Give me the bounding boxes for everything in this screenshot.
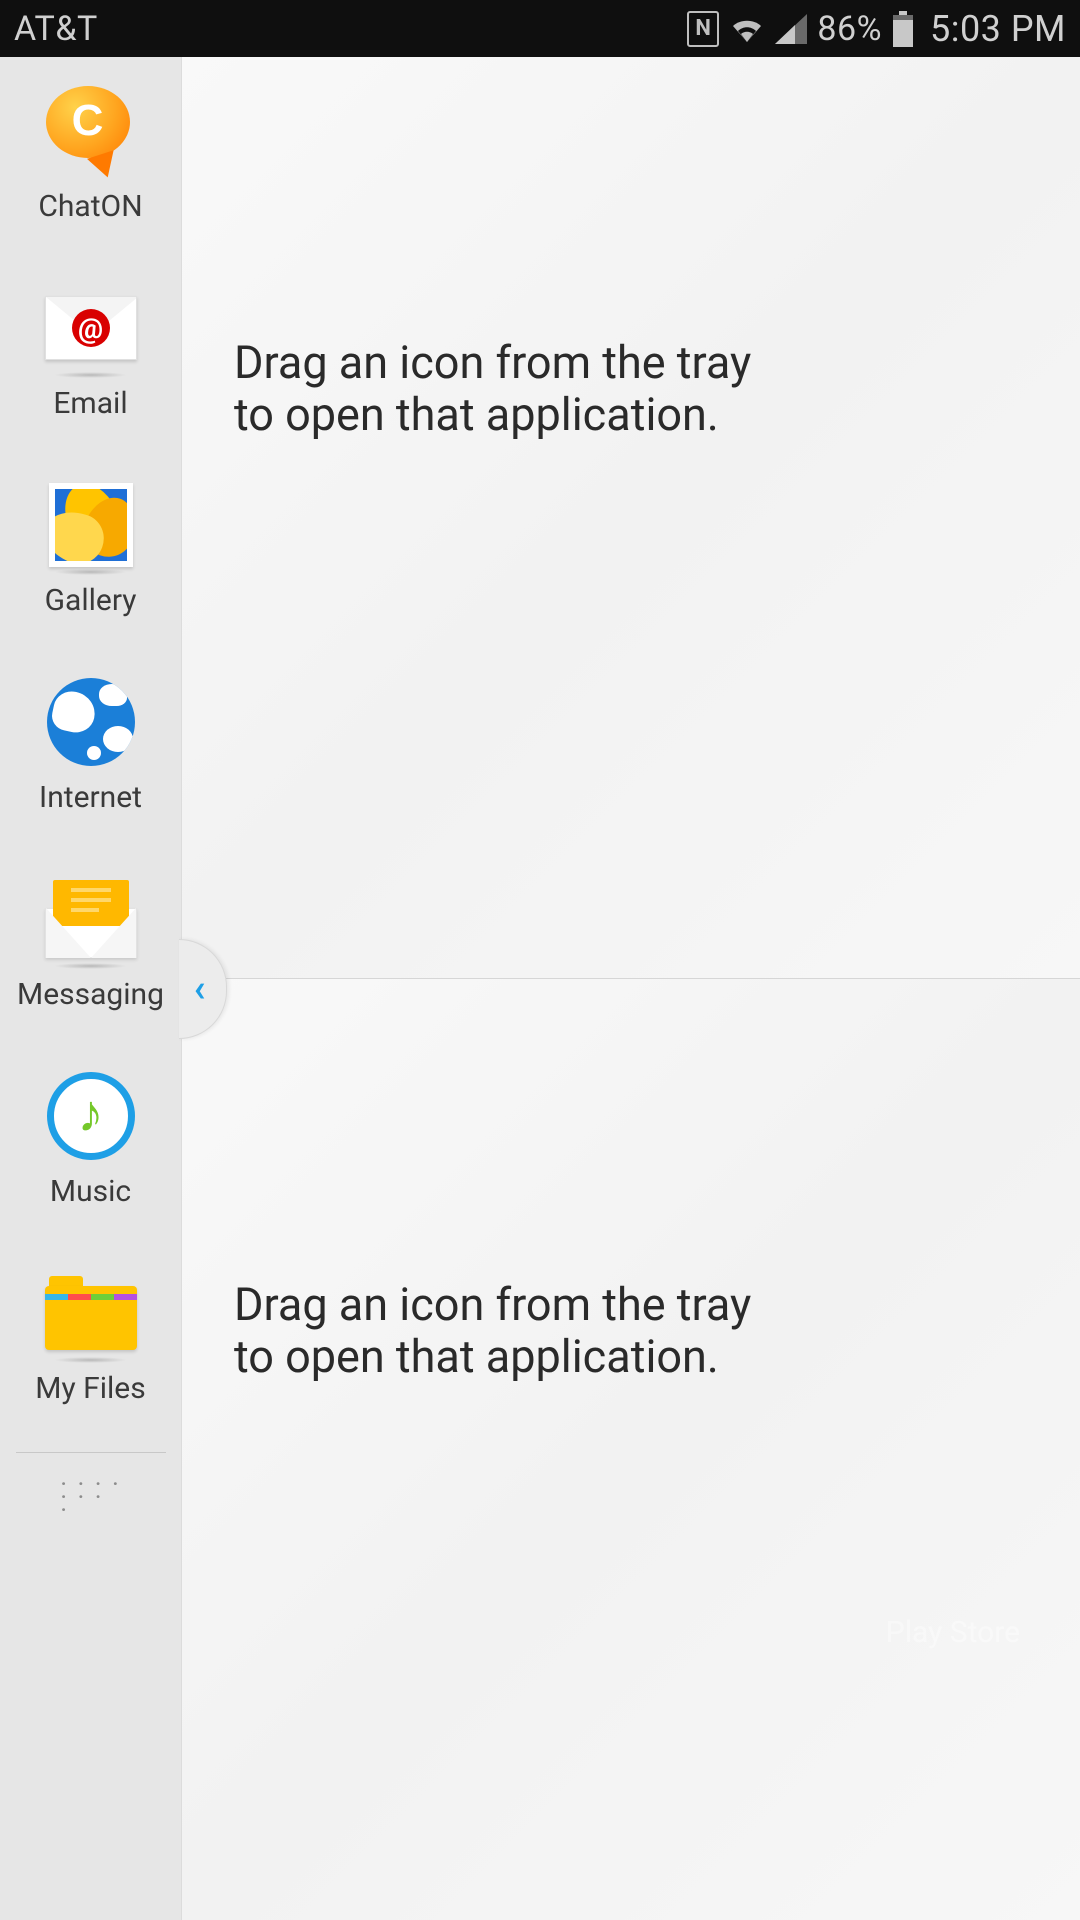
grip-dots-icon: · · · ·· · ··	[60, 1479, 121, 1518]
app-tray[interactable]: C ChatON @ Email Gallery Internet Messag…	[0, 57, 182, 1920]
tray-item-internet[interactable]: Internet	[0, 676, 181, 815]
carrier-label: AT&T	[14, 9, 687, 49]
tray-item-email[interactable]: @ Email	[0, 282, 181, 421]
tray-item-label: ChatON	[38, 189, 142, 224]
tray-item-gallery[interactable]: Gallery	[0, 479, 181, 618]
tray-item-myfiles[interactable]: My Files	[0, 1267, 181, 1406]
globe-icon	[47, 678, 135, 766]
battery-icon	[892, 11, 914, 47]
tray-item-label: My Files	[35, 1371, 145, 1406]
tray-divider	[16, 1452, 166, 1453]
status-right-group: N 86% 5:03 PM	[687, 8, 1066, 50]
ghost-app-label: Play Store	[886, 1615, 1020, 1650]
folder-icon	[45, 1276, 137, 1350]
drop-hint-text: Drag an icon from the tray to open that …	[234, 1279, 794, 1383]
wifi-icon	[729, 14, 765, 44]
chevron-left-icon: ‹	[194, 967, 206, 1011]
tray-create-button[interactable]: · · · ·· · ··	[0, 1471, 181, 1536]
messaging-icon	[45, 880, 137, 958]
battery-percent: 86%	[817, 9, 882, 49]
drop-hint-text: Drag an icon from the tray to open that …	[234, 337, 794, 441]
drop-zone-top[interactable]: Drag an icon from the tray to open that …	[182, 57, 1080, 978]
multiwindow-zones: Drag an icon from the tray to open that …	[182, 57, 1080, 1920]
gallery-icon	[49, 483, 133, 567]
cell-signal-icon	[775, 14, 807, 44]
chaton-icon: C	[46, 86, 136, 176]
drop-zone-bottom[interactable]: Drag an icon from the tray to open that …	[182, 978, 1080, 1920]
nfc-icon: N	[687, 11, 719, 47]
clock-time: 5:03 PM	[930, 8, 1066, 50]
tray-item-label: Internet	[39, 780, 142, 815]
tray-item-chaton[interactable]: C ChatON	[0, 85, 181, 224]
tray-item-label: Email	[53, 386, 127, 421]
tray-item-music[interactable]: ♪ Music	[0, 1070, 181, 1209]
tray-item-label: Gallery	[45, 583, 137, 618]
tray-item-label: Messaging	[17, 977, 164, 1012]
music-icon: ♪	[47, 1072, 135, 1160]
email-icon: @	[45, 296, 137, 360]
status-bar: AT&T N 86% 5:03 PM	[0, 0, 1080, 57]
tray-item-messaging[interactable]: Messaging	[0, 873, 181, 1012]
tray-item-label: Music	[50, 1174, 131, 1209]
multiwindow-screen: C ChatON @ Email Gallery Internet Messag…	[0, 57, 1080, 1920]
